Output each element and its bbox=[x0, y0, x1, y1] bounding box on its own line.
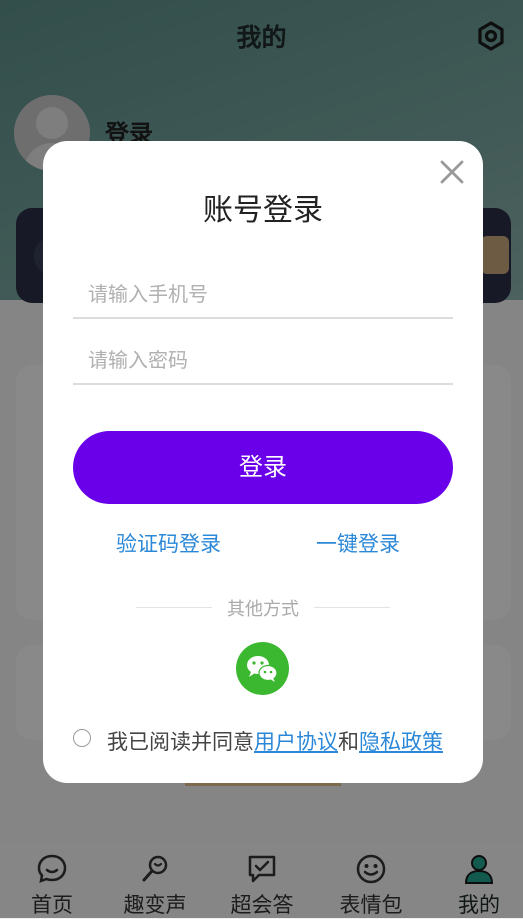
agreement-prefix: 我已阅读并同意 bbox=[107, 730, 254, 754]
modal-title: 账号登录 bbox=[203, 193, 323, 228]
divider-right bbox=[314, 607, 390, 608]
close-icon[interactable] bbox=[437, 157, 467, 187]
login-button[interactable]: 登录 bbox=[73, 431, 453, 504]
agreement-checkbox[interactable] bbox=[73, 729, 91, 747]
other-methods-label: 其他方式 bbox=[227, 599, 299, 620]
phone-input[interactable] bbox=[73, 271, 453, 319]
user-agreement-link[interactable]: 用户协议 bbox=[254, 730, 338, 754]
wechat-login-button[interactable] bbox=[236, 642, 289, 695]
password-input[interactable] bbox=[73, 337, 453, 385]
agreement-text: 我已阅读并同意用户协议和隐私政策 bbox=[107, 726, 443, 756]
wechat-icon bbox=[247, 656, 278, 682]
login-modal: 账号登录 登录 验证码登录 一键登录 其他方式 我已阅读并同意用户协议和隐私政策 bbox=[43, 141, 483, 783]
privacy-policy-link[interactable]: 隐私政策 bbox=[359, 730, 443, 754]
sms-login-link[interactable]: 验证码登录 bbox=[116, 528, 221, 558]
onekey-login-link[interactable]: 一键登录 bbox=[316, 528, 400, 558]
agreement-and: 和 bbox=[338, 730, 359, 754]
